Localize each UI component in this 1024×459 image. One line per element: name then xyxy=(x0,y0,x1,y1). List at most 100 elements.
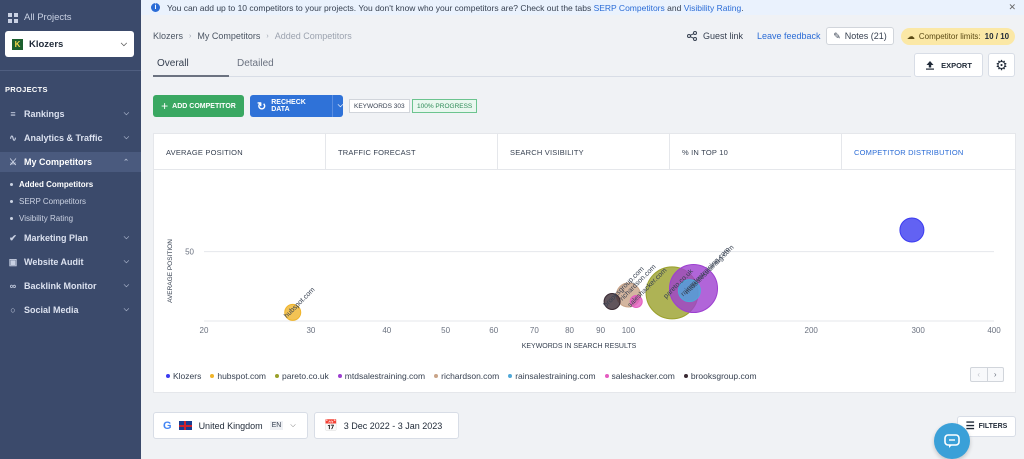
sidebar-item-label: Marketing Plan xyxy=(24,233,89,243)
sidebar-subitem-added-competitors[interactable]: Added Competitors xyxy=(10,180,93,189)
sidebar-divider xyxy=(0,70,141,71)
x-tick-label: 300 xyxy=(911,326,925,335)
breadcrumb-item[interactable]: Klozers xyxy=(153,31,183,41)
tab-overall[interactable]: Overall xyxy=(153,58,229,77)
settings-button[interactable]: ⚙ xyxy=(988,53,1015,77)
tab-competitor-distribution[interactable]: COMPETITOR DISTRIBUTION xyxy=(842,134,1014,170)
sidebar-subitem-visibility-rating[interactable]: Visibility Rating xyxy=(10,214,73,223)
bubble-chart: 50 20 30 40 50 60 70 80 90 100 200 300 400 KEYWORDS I… xyxy=(167,217,1001,350)
uk-flag-icon xyxy=(178,421,192,430)
add-competitor-button[interactable]: + ADD COMPETITOR xyxy=(153,95,244,117)
chat-widget-button[interactable] xyxy=(934,423,970,459)
date-range-selector[interactable]: 📅 3 Dec 2022 - 3 Jan 2023 xyxy=(314,412,459,439)
sidebar-item-backlink-monitor[interactable]: ∞ Backlink Monitor ⌵ xyxy=(0,276,141,296)
export-button[interactable]: EXPORT xyxy=(914,53,983,77)
x-tick-label: 60 xyxy=(489,326,498,335)
project-logo: K xyxy=(12,38,23,50)
legend-label: rainsalestraining.com xyxy=(515,371,596,381)
x-tick-label: 80 xyxy=(565,326,574,335)
all-projects-label: All Projects xyxy=(24,12,72,23)
limits-label: Competitor limits: xyxy=(918,32,981,41)
legend-swatch xyxy=(434,374,439,378)
sidebar-section-title: PROJECTS xyxy=(5,85,48,94)
all-projects-link[interactable]: All Projects xyxy=(8,12,72,23)
leave-feedback-link[interactable]: Leave feedback xyxy=(757,31,821,41)
sidebar-item-rankings[interactable]: ≡ Rankings ⌵ xyxy=(0,104,141,124)
legend-label: hubspot.com xyxy=(217,371,267,381)
metric-tabs: AVERAGE POSITION TRAFFIC FORECAST SEARCH… xyxy=(154,134,1015,170)
chevron-left-icon[interactable]: ‹ xyxy=(971,368,988,381)
google-icon: G xyxy=(163,419,172,432)
legend-swatch xyxy=(508,374,513,378)
sidebar-item-label: Analytics & Traffic xyxy=(24,133,103,143)
sidebar-item-my-competitors[interactable]: ⚔ My Competitors ⌃ xyxy=(0,152,141,172)
bullet-icon xyxy=(10,200,13,203)
tab-detailed[interactable]: Detailed xyxy=(237,58,274,69)
sidebar-item-website-audit[interactable]: ▣ Website Audit ⌵ xyxy=(0,252,141,272)
tab-traffic-forecast[interactable]: TRAFFIC FORECAST xyxy=(326,134,498,170)
filters-label: FILTERS xyxy=(978,423,1008,430)
legend-swatch xyxy=(166,374,170,378)
info-icon: i xyxy=(151,3,160,12)
limits-value: 10 / 10 xyxy=(984,32,1010,41)
share-icon xyxy=(687,31,697,41)
competitor-limits-badge: ☁ Competitor limits: 10 / 10 xyxy=(901,28,1015,45)
sidebar-item-label: Rankings xyxy=(24,109,65,119)
x-tick-label: 20 xyxy=(200,326,209,335)
legend-item[interactable]: mtdsalestraining.com xyxy=(337,371,425,381)
sidebar-subitem-serp-competitors[interactable]: SERP Competitors xyxy=(10,197,86,206)
legend-label: saleshacker.com xyxy=(611,371,675,381)
recheck-data-button[interactable]: ↻ RECHECK DATA ⌵ xyxy=(250,95,343,117)
tab-average-position[interactable]: AVERAGE POSITION xyxy=(154,134,326,170)
export-label: EXPORT xyxy=(941,60,972,70)
competitor-panel: AVERAGE POSITION TRAFFIC FORECAST SEARCH… xyxy=(153,133,1016,393)
button-divider xyxy=(331,95,333,117)
legend-item[interactable]: rainsalestraining.com xyxy=(508,371,596,381)
chevron-down-icon[interactable]: ⌵ xyxy=(338,102,343,110)
project-selector[interactable]: K Klozers ⌵ xyxy=(5,31,134,57)
sidebar-item-analytics[interactable]: ∿ Analytics & Traffic ⌵ xyxy=(0,128,141,148)
legend-pager: ‹ › xyxy=(970,367,1004,382)
backlink-icon: ∞ xyxy=(9,281,17,291)
social-media-icon: ○ xyxy=(10,305,16,315)
cloud-icon: ☁ xyxy=(906,32,915,41)
sidebar-item-label: Social Media xyxy=(24,305,79,315)
legend-item[interactable]: Klozers xyxy=(166,371,201,381)
legend-label: Klozers xyxy=(173,371,202,381)
chevron-down-icon: ⌵ xyxy=(120,39,127,48)
tab-search-visibility[interactable]: SEARCH VISIBILITY xyxy=(498,134,670,170)
legend-item[interactable]: richardson.com xyxy=(434,371,499,381)
breadcrumb-item[interactable]: My Competitors xyxy=(197,31,260,41)
legend-item[interactable]: hubspot.com xyxy=(210,371,266,381)
guest-link-button[interactable]: Guest link xyxy=(687,31,743,41)
sidebar-subitem-label: Visibility Rating xyxy=(19,214,74,223)
tab-in-top-10[interactable]: % IN TOP 10 xyxy=(670,134,842,170)
sidebar-item-label: My Competitors xyxy=(24,157,93,167)
bullet-icon xyxy=(10,183,13,186)
legend-swatch xyxy=(275,374,280,378)
breadcrumb: Klozers › My Competitors › Added Competi… xyxy=(153,31,352,41)
rankings-icon: ≡ xyxy=(10,109,16,119)
legend-item[interactable]: brooksgroup.com xyxy=(683,371,757,381)
notes-button[interactable]: ✎ Notes (21) xyxy=(826,27,894,45)
legend-item[interactable]: saleshacker.com xyxy=(604,371,675,381)
bullet-icon xyxy=(10,217,13,220)
chevron-right-icon[interactable]: › xyxy=(988,368,1004,381)
sidebar-item-social-media[interactable]: ○ Social Media ⌵ xyxy=(0,300,141,320)
notice-message: You can add up to 10 competitors to your… xyxy=(167,2,592,13)
serp-competitors-link[interactable]: SERP Competitors xyxy=(594,3,665,13)
visibility-rating-link[interactable]: Visibility Rating xyxy=(684,3,741,13)
close-icon[interactable]: ✕ xyxy=(1008,2,1016,13)
legend-item[interactable]: pareto.co.uk xyxy=(275,371,329,381)
progress-badge: 100% PROGRESS xyxy=(412,99,478,113)
x-tick-label: 70 xyxy=(530,326,539,335)
sidebar-item-marketing-plan[interactable]: ✔ Marketing Plan ⌵ xyxy=(0,228,141,248)
sidebar-subitem-label: Added Competitors xyxy=(19,180,94,189)
legend-swatch xyxy=(604,374,609,378)
sidebar-item-label: Website Audit xyxy=(24,257,84,267)
location-selector[interactable]: G United Kingdom EN ⌵ xyxy=(153,412,308,439)
chevron-right-icon: › xyxy=(189,32,192,40)
calendar-icon: 📅 xyxy=(324,420,338,432)
legend-swatch xyxy=(683,374,688,378)
chevron-down-icon: ⌵ xyxy=(123,134,129,141)
